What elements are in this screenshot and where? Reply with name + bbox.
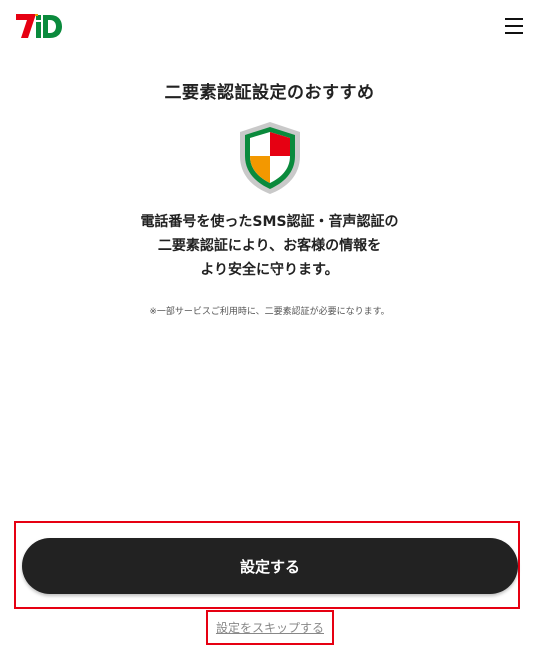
- header: [0, 0, 539, 56]
- 7id-logo-icon[interactable]: [14, 11, 64, 41]
- description-line-2: 二要素認証により、お客様の情報を: [157, 238, 382, 254]
- requirement-note: ※一部サービスご利用時に、二要素認証が必要になります。: [149, 307, 390, 317]
- page-title: 二要素認証設定のおすすめ: [164, 83, 375, 103]
- hamburger-menu-icon[interactable]: [505, 18, 525, 36]
- skip-setup-link[interactable]: 設定をスキップする: [206, 610, 334, 645]
- description: 電話番号を使ったSMS認証・音声認証の 二要素認証により、お客様の情報を より安…: [0, 210, 539, 282]
- security-shield-icon: [236, 120, 304, 196]
- page: 二要素認証設定のおすすめ 電話番号を使ったSMS認証・音声認証の 二要素認証によ…: [0, 0, 539, 668]
- description-line-3: より安全に守ります。: [200, 262, 339, 278]
- description-line-1: 電話番号を使ったSMS認証・音声認証の: [140, 214, 399, 230]
- setup-button[interactable]: 設定する: [22, 538, 518, 594]
